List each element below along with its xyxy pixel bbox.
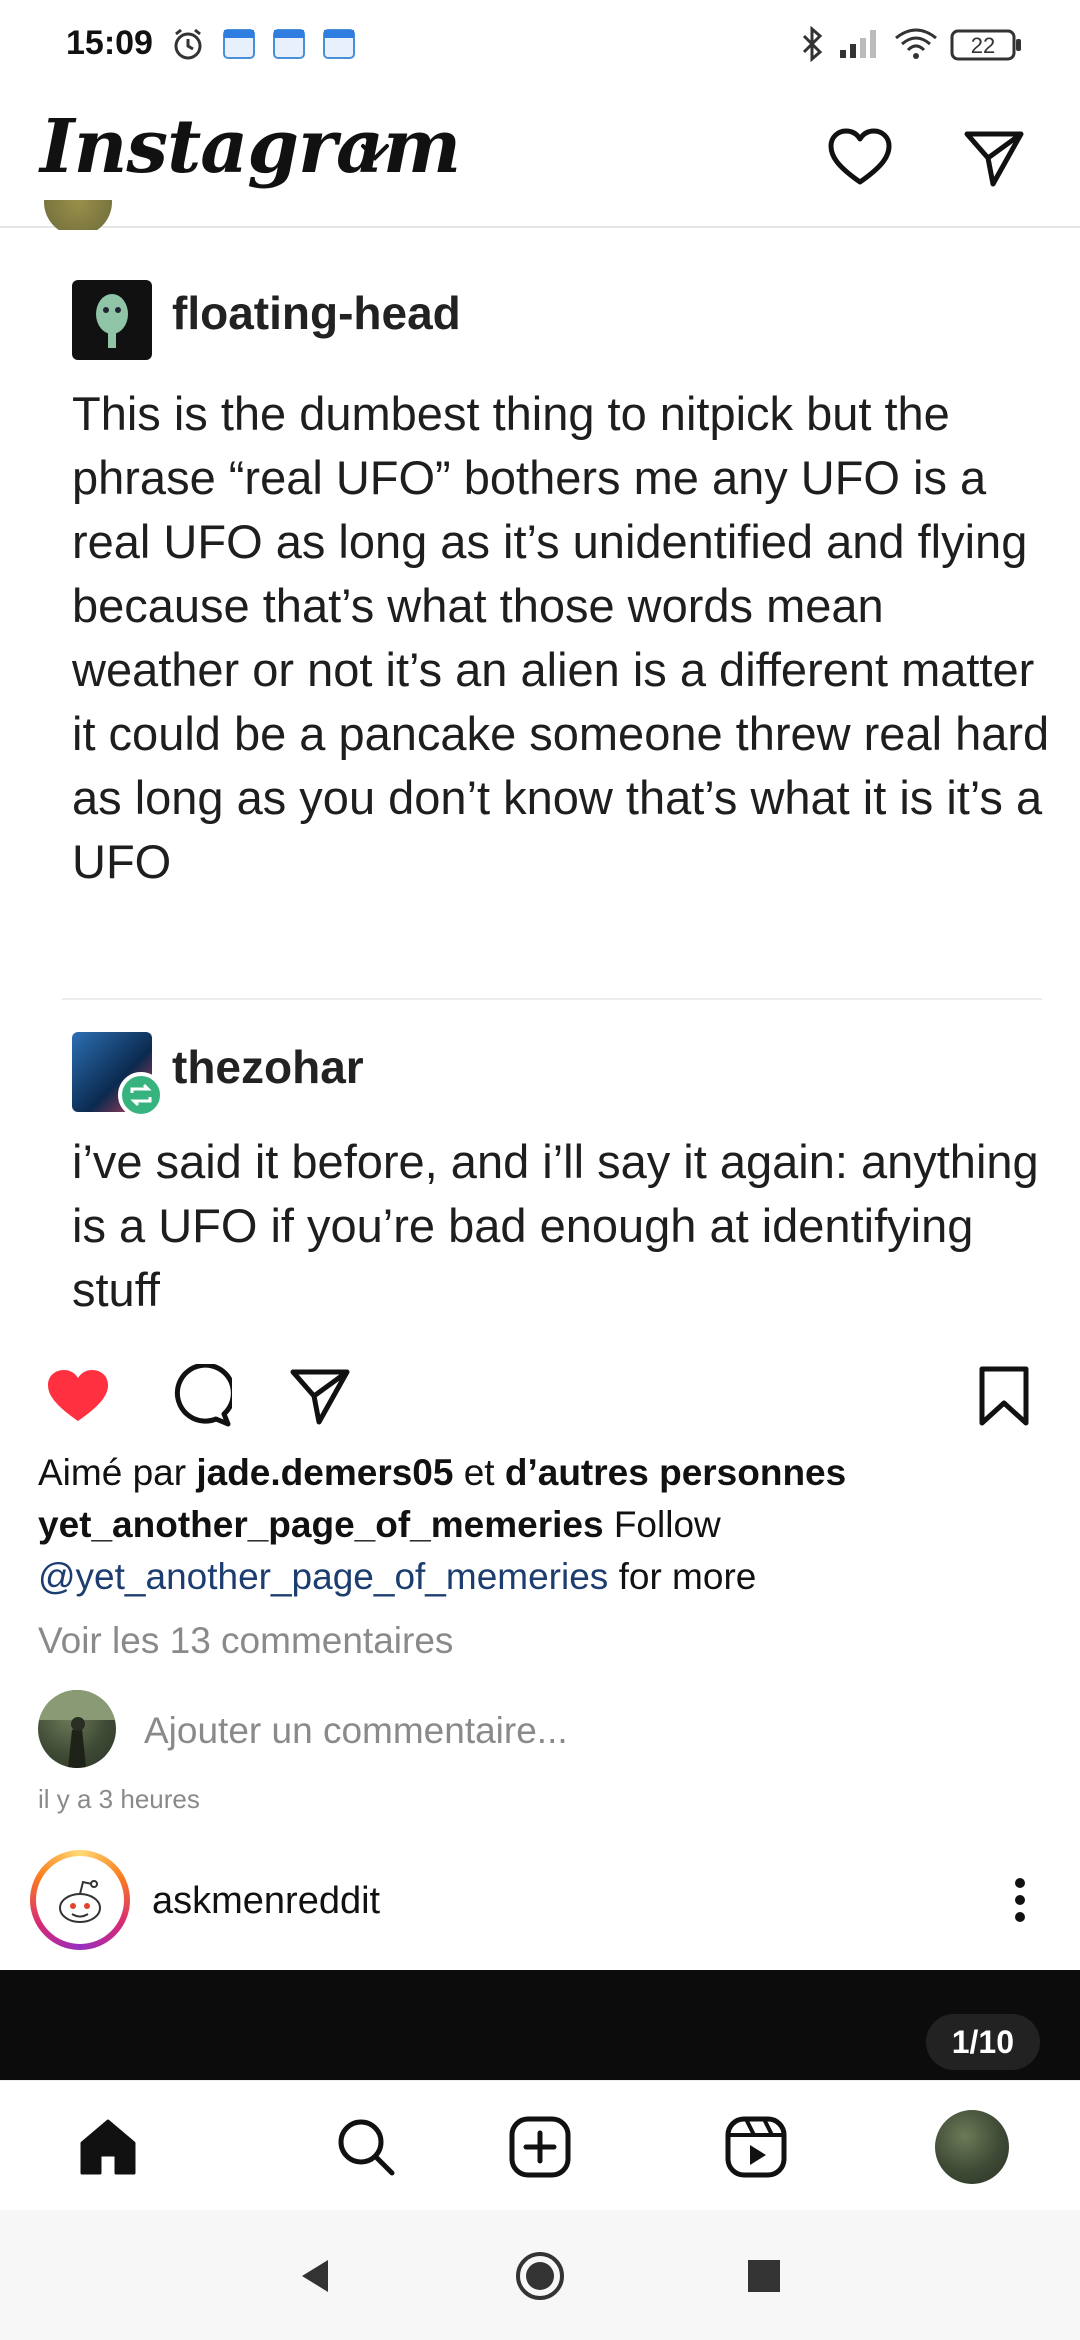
- instagram-logo[interactable]: Instagram: [40, 104, 461, 190]
- caption-username[interactable]: yet_another_page_of_memeries: [38, 1504, 604, 1545]
- likes-middle: et: [463, 1452, 495, 1493]
- nav-create[interactable]: [500, 2107, 580, 2187]
- app-header: Instagram: [0, 96, 1080, 226]
- system-recents-button[interactable]: [734, 2246, 794, 2306]
- home-icon: [80, 2119, 136, 2175]
- next-post-avatar[interactable]: [30, 1850, 130, 1950]
- calendar-icon: [222, 26, 256, 65]
- chevron-down-icon[interactable]: [358, 140, 392, 169]
- comment-icon: [174, 1364, 232, 1427]
- reblog-icon: [118, 1072, 164, 1118]
- nav-search[interactable]: [326, 2107, 406, 2187]
- reblog-username: thezohar: [172, 1041, 364, 1093]
- post-actions: [0, 1340, 1080, 1440]
- bottom-nav: [0, 2080, 1080, 2210]
- nav-profile[interactable]: [932, 2107, 1012, 2187]
- save-button[interactable]: [964, 1356, 1044, 1436]
- status-bar: 15:09 22: [0, 0, 1080, 90]
- battery-icon: 22: [950, 28, 1024, 67]
- likes-line[interactable]: Aimé par jade.demers05 et d’autres perso…: [38, 1452, 846, 1494]
- alarm-icon: [170, 26, 206, 67]
- signal-icon: [838, 26, 882, 65]
- direct-messages-button[interactable]: [954, 118, 1034, 198]
- profile-avatar: [935, 2110, 1009, 2184]
- system-back-button[interactable]: [286, 2246, 346, 2306]
- caption: yet_another_page_of_memeries Follow: [38, 1504, 721, 1546]
- home-circle-icon: [516, 2252, 564, 2300]
- bookmark-icon: [979, 1366, 1029, 1426]
- add-comment-input[interactable]: Ajouter un commentaire...: [144, 1710, 568, 1752]
- next-post-media[interactable]: 1/10: [0, 1970, 1080, 2080]
- reels-icon: [725, 2116, 787, 2178]
- reblog-separator: [62, 998, 1042, 1000]
- caption-text-follow: Follow: [613, 1504, 721, 1545]
- reblog-text: i’ve said it before, and i’ll say it aga…: [72, 1135, 1039, 1316]
- next-post-username[interactable]: askmenreddit: [152, 1880, 380, 1923]
- status-time: 15:09: [66, 24, 153, 62]
- heart-icon: [828, 128, 892, 185]
- liked-by-user[interactable]: jade.demers05: [196, 1452, 453, 1493]
- back-triangle-icon: [302, 2260, 328, 2292]
- share-button[interactable]: [280, 1356, 360, 1436]
- add-post-icon: [509, 2116, 571, 2178]
- own-avatar: [38, 1690, 116, 1768]
- post-image[interactable]: floating-head This is the dumbest thing …: [0, 230, 1080, 1330]
- header-divider: [0, 226, 1080, 228]
- system-home-button[interactable]: [510, 2246, 570, 2306]
- op-username: floating-head: [172, 287, 461, 339]
- like-button[interactable]: [38, 1356, 118, 1436]
- nav-home[interactable]: [68, 2107, 148, 2187]
- more-vertical-icon: [1015, 1878, 1025, 1922]
- caption-line-2: @yet_another_page_of_memeries for more: [38, 1556, 756, 1598]
- share-icon: [290, 1369, 350, 1425]
- comment-button[interactable]: [160, 1356, 240, 1436]
- calendar-icon: [322, 26, 356, 65]
- wifi-icon: [894, 26, 938, 65]
- post-time: il y a 3 heures: [38, 1784, 200, 1814]
- recents-square-icon: [748, 2260, 780, 2292]
- likes-others[interactable]: d’autres personnes: [505, 1452, 846, 1493]
- view-comments-link[interactable]: Voir les 13 commentaires: [38, 1620, 453, 1662]
- direct-message-icon: [964, 131, 1024, 187]
- system-nav-bar: [0, 2210, 1080, 2340]
- likes-prefix: Aimé par: [38, 1452, 187, 1493]
- reddit-alien-icon: [59, 1880, 101, 1923]
- bluetooth-icon: [800, 25, 826, 67]
- carousel-counter: 1/10: [925, 2014, 1040, 2070]
- caption-mention[interactable]: @yet_another_page_of_memeries: [38, 1556, 608, 1597]
- op-avatar: [72, 280, 152, 360]
- more-options-button[interactable]: [1000, 1870, 1040, 1930]
- search-icon: [338, 2119, 395, 2176]
- notifications-button[interactable]: [820, 118, 900, 198]
- heart-filled-icon: [48, 1370, 108, 1421]
- calendar-icon: [272, 26, 306, 65]
- battery-level: 22: [971, 33, 995, 58]
- caption-suffix: for more: [618, 1556, 757, 1597]
- nav-reels[interactable]: [716, 2107, 796, 2187]
- op-text: This is the dumbest thing to nitpick but…: [72, 387, 1050, 888]
